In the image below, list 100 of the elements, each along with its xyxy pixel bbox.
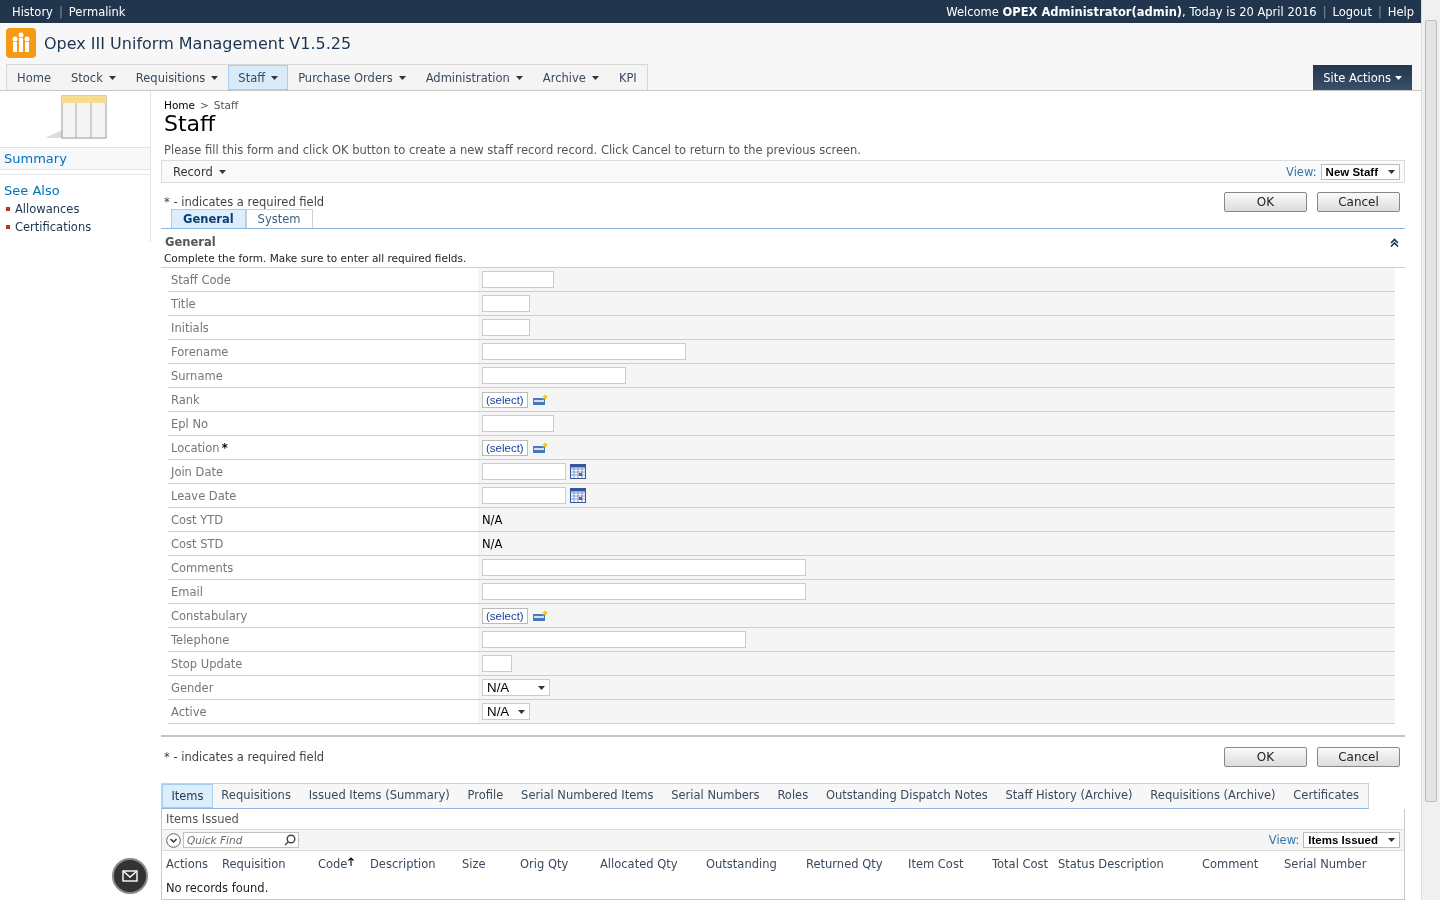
calendar-icon[interactable] bbox=[570, 464, 586, 479]
form-tab[interactable]: General bbox=[171, 209, 246, 228]
column-header[interactable]: Outstanding bbox=[706, 857, 777, 871]
dropdown[interactable]: N/A bbox=[482, 679, 550, 696]
see-also-link[interactable]: Certifications bbox=[15, 220, 92, 234]
text-field[interactable] bbox=[482, 655, 512, 672]
nav-tab[interactable]: KPI bbox=[608, 65, 647, 90]
column-header[interactable]: Allocated Qty bbox=[600, 857, 678, 871]
quick-find-field[interactable]: Quick Find bbox=[183, 832, 299, 848]
related-tab[interactable]: Serial Numbers bbox=[662, 784, 769, 808]
required-mark: * bbox=[221, 440, 228, 455]
select-link[interactable]: (select) bbox=[482, 439, 528, 456]
cancel-button[interactable]: Cancel bbox=[1317, 192, 1400, 212]
collapse-icon[interactable] bbox=[1390, 237, 1399, 247]
search-icon[interactable] bbox=[284, 834, 296, 846]
nav-tab[interactable]: Administration bbox=[415, 65, 533, 90]
top-link[interactable]: Logout bbox=[1332, 4, 1372, 19]
related-tab[interactable]: Requisitions bbox=[212, 784, 301, 808]
field-label: Cost YTD bbox=[171, 512, 224, 527]
nav-tab[interactable]: Purchase Orders bbox=[288, 65, 416, 90]
nav-tab[interactable]: Staff bbox=[228, 65, 289, 90]
text-field[interactable] bbox=[482, 295, 530, 312]
column-header[interactable]: Code bbox=[318, 857, 348, 871]
column-header[interactable]: Item Cost bbox=[908, 857, 964, 871]
related-tab[interactable]: Profile bbox=[459, 784, 513, 808]
caret-icon bbox=[538, 685, 545, 690]
see-also-heading: See Also bbox=[0, 174, 150, 200]
nav-tab[interactable]: Requisitions bbox=[125, 65, 229, 90]
text-field[interactable] bbox=[482, 343, 686, 360]
column-header[interactable]: Size bbox=[462, 857, 486, 871]
related-tab[interactable]: Issued Items (Summary) bbox=[300, 784, 460, 808]
summary-link[interactable]: Summary bbox=[0, 147, 150, 170]
view-dropdown[interactable]: New Staff bbox=[1320, 163, 1400, 180]
nav-tab[interactable]: Archive bbox=[532, 65, 609, 90]
calendar-icon[interactable] bbox=[570, 488, 586, 503]
text-field[interactable] bbox=[482, 271, 554, 288]
field-label: Rank bbox=[171, 392, 200, 407]
related-tab[interactable]: Serial Numbered Items bbox=[512, 784, 663, 808]
view-dropdown[interactable]: Items Issued bbox=[1303, 832, 1400, 848]
text-field[interactable] bbox=[482, 631, 746, 648]
date-field[interactable] bbox=[482, 487, 566, 504]
history-link[interactable]: History bbox=[12, 4, 53, 19]
related-tab[interactable]: Staff History (Archive) bbox=[997, 784, 1142, 808]
add-new-icon[interactable] bbox=[531, 609, 549, 622]
envelope-icon bbox=[122, 870, 138, 882]
cancel-button[interactable]: Cancel bbox=[1317, 747, 1400, 767]
text-field[interactable] bbox=[482, 319, 530, 336]
column-header[interactable]: Orig Qty bbox=[520, 857, 569, 871]
nav-tab[interactable]: Stock bbox=[60, 65, 126, 90]
field-label: Leave Date bbox=[171, 488, 237, 503]
site-actions-button[interactable]: Site Actions bbox=[1313, 65, 1412, 90]
permalink-link[interactable]: Permalink bbox=[68, 4, 126, 19]
text-field[interactable] bbox=[482, 559, 806, 576]
required-note: * - indicates a required field bbox=[164, 750, 325, 764]
related-tab[interactable]: Certificates bbox=[1284, 784, 1369, 808]
select-link[interactable]: (select) bbox=[482, 607, 528, 624]
field-label: Constabulary bbox=[171, 608, 248, 623]
related-tab[interactable]: Outstanding Dispatch Notes bbox=[817, 784, 998, 808]
bullet-icon bbox=[6, 207, 10, 211]
column-header[interactable]: Total Cost bbox=[992, 857, 1049, 871]
field-label: Forename bbox=[171, 344, 229, 359]
separator: | bbox=[1377, 4, 1382, 19]
people-logo-icon bbox=[6, 28, 36, 58]
field-label: Surname bbox=[171, 368, 223, 383]
scrollbar[interactable] bbox=[1421, 0, 1440, 900]
see-also-link[interactable]: Allowances bbox=[15, 202, 80, 216]
record-menu[interactable]: Record bbox=[173, 164, 226, 179]
date-field[interactable] bbox=[482, 463, 566, 480]
column-header[interactable]: Returned Qty bbox=[806, 857, 883, 871]
add-new-icon[interactable] bbox=[531, 393, 549, 406]
column-header[interactable]: Requisition bbox=[222, 857, 286, 871]
caret-icon bbox=[1388, 838, 1395, 842]
text-field[interactable] bbox=[482, 583, 806, 600]
related-tab[interactable]: Items bbox=[162, 784, 213, 808]
field-label: Epl No bbox=[171, 416, 209, 431]
breadcrumb-link[interactable]: Home bbox=[164, 99, 195, 111]
ok-button[interactable]: OK bbox=[1224, 747, 1307, 767]
related-tab[interactable]: Requisitions (Archive) bbox=[1141, 784, 1285, 808]
dropdown[interactable]: N/A bbox=[482, 703, 530, 720]
select-link[interactable]: (select) bbox=[482, 391, 528, 408]
form-tab[interactable]: System bbox=[245, 209, 313, 228]
bullet-icon bbox=[6, 225, 10, 229]
top-link[interactable]: Help bbox=[1387, 4, 1414, 19]
column-header[interactable]: Comment bbox=[1202, 857, 1259, 871]
field-label: Initials bbox=[171, 320, 209, 335]
column-header[interactable]: Serial Number bbox=[1284, 857, 1367, 871]
column-header[interactable]: Status Description bbox=[1058, 857, 1164, 871]
column-header[interactable]: Actions bbox=[166, 857, 208, 871]
column-header[interactable]: Description bbox=[370, 857, 436, 871]
section-title: General bbox=[165, 235, 216, 249]
mail-button[interactable] bbox=[112, 858, 148, 894]
empty-message: No records found. bbox=[165, 880, 270, 895]
field-label: Location bbox=[171, 440, 220, 455]
nav-tab[interactable]: Home bbox=[7, 65, 61, 90]
add-new-icon[interactable] bbox=[531, 441, 549, 454]
text-field[interactable] bbox=[482, 367, 626, 384]
expand-icon[interactable] bbox=[166, 832, 181, 848]
text-field[interactable] bbox=[482, 415, 554, 432]
related-tab[interactable]: Roles bbox=[769, 784, 818, 808]
ok-button[interactable]: OK bbox=[1224, 192, 1307, 212]
